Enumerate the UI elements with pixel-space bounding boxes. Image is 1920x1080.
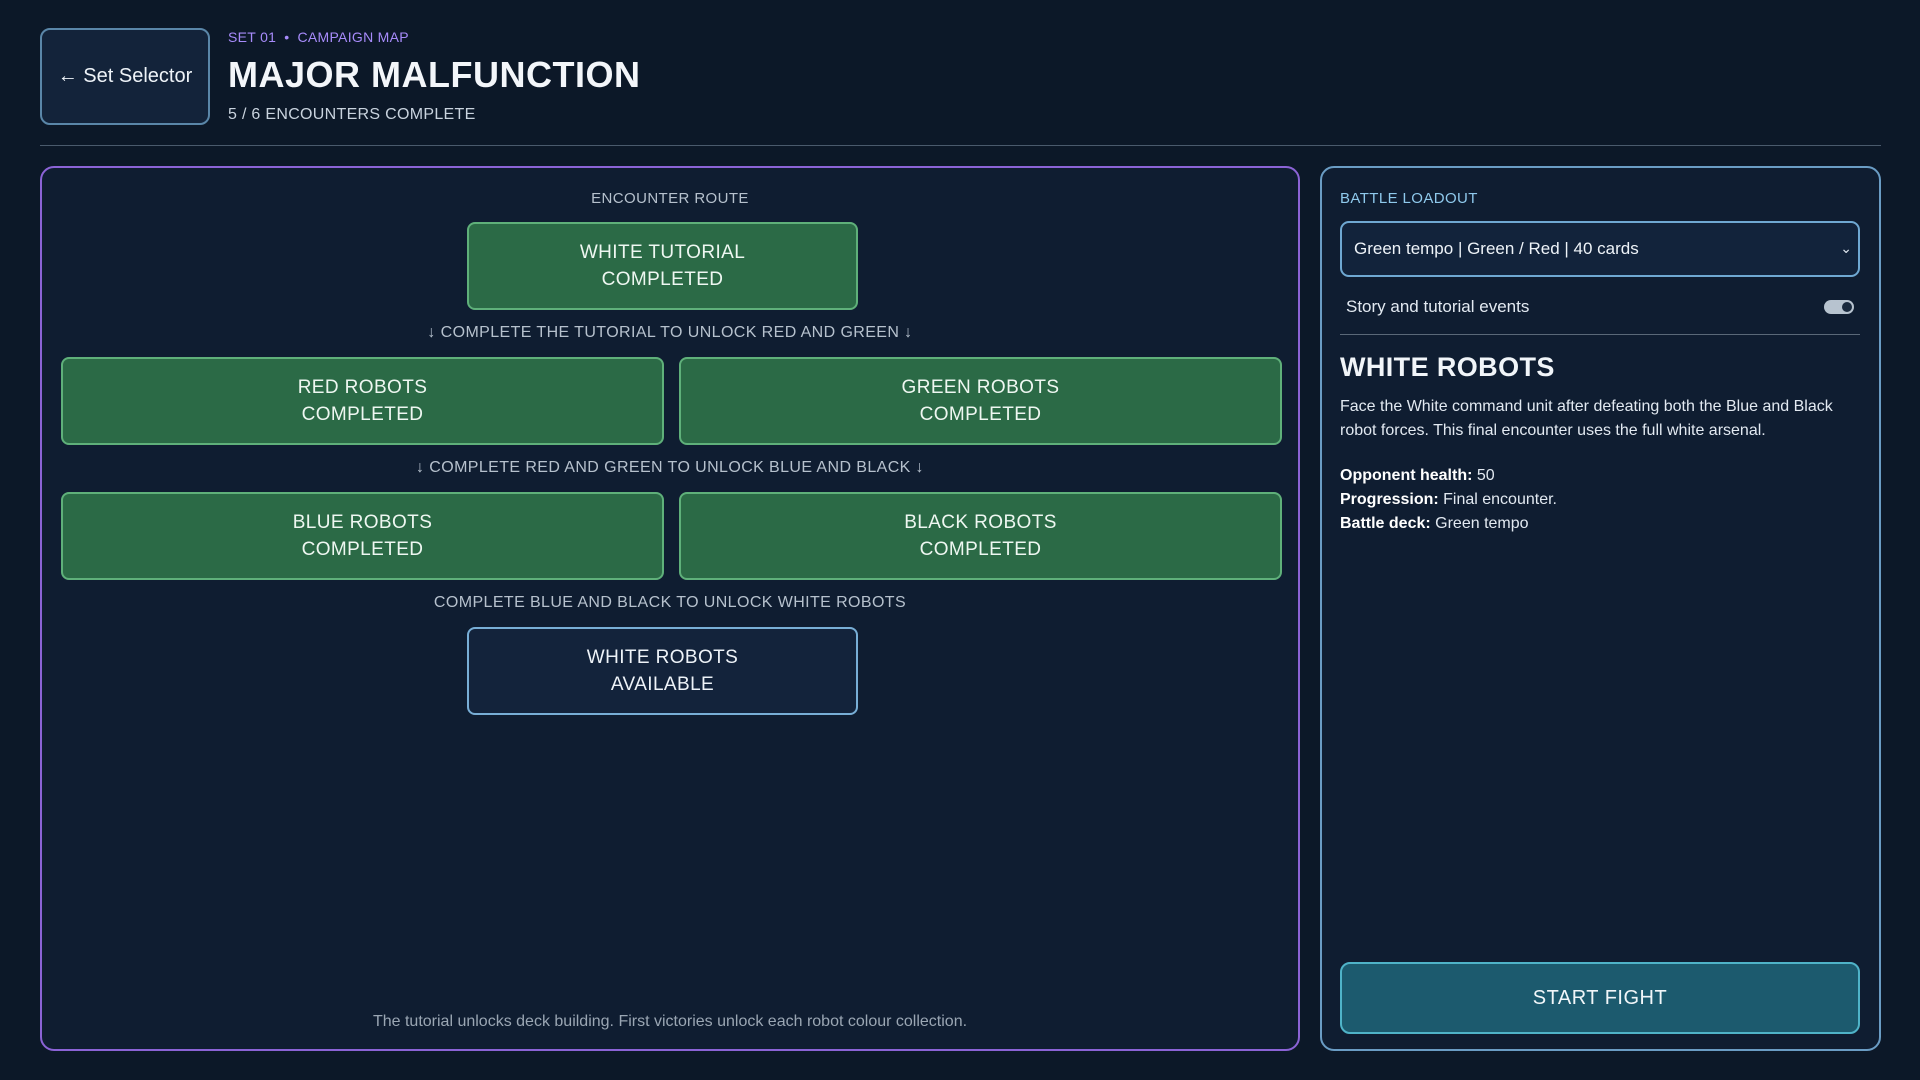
set-selector-back-button[interactable]: ← Set Selector (40, 28, 210, 125)
story-events-toggle[interactable] (1824, 300, 1854, 314)
deck-select[interactable]: Green tempo | Green / Red | 40 cards ⌄ (1340, 221, 1860, 277)
set-label: SET 01 (228, 29, 277, 45)
campaign-map-screen: ← Set Selector SET 01 • CAMPAIGN MAP MAJ… (0, 0, 1920, 1080)
stat-battle-deck: Battle deck: Green tempo (1340, 515, 1529, 532)
node-status: COMPLETED (601, 269, 724, 290)
story-events-row: Story and tutorial events (1346, 294, 1860, 320)
node-status: AVAILABLE (610, 674, 715, 695)
header-divider (40, 145, 1881, 146)
node-black-robots[interactable]: BLACK ROBOTS COMPLETED (679, 492, 1282, 580)
sidebar-divider (1340, 334, 1860, 335)
unlock-hint: COMPLETE BLUE AND BLACK TO UNLOCK WHITE … (433, 594, 907, 611)
encounter-progress: 5 / 6 ENCOUNTERS COMPLETE (228, 106, 476, 123)
chevron-down-icon: ⌄ (1840, 240, 1852, 256)
encounter-title: WHITE ROBOTS (1340, 352, 1555, 382)
node-status: COMPLETED (301, 539, 424, 560)
start-fight-button[interactable]: START FIGHT (1340, 962, 1860, 1034)
map-footer-note: The tutorial unlocks deck building. Firs… (372, 1013, 968, 1030)
section-label: CAMPAIGN MAP (297, 29, 409, 45)
node-status: COMPLETED (919, 539, 1042, 560)
encounter-route-panel: ENCOUNTER ROUTE WHITE TUTORIAL COMPLETED… (40, 166, 1300, 1051)
battle-loadout-panel: BATTLE LOADOUT Green tempo | Green / Red… (1320, 166, 1881, 1051)
story-events-label: Story and tutorial events (1346, 297, 1530, 316)
unlock-hint: ↓ COMPLETE THE TUTORIAL TO UNLOCK RED AN… (427, 324, 913, 341)
node-white-robots[interactable]: WHITE ROBOTS AVAILABLE (467, 627, 858, 715)
stat-opponent-health: Opponent health: 50 (1340, 467, 1495, 484)
route-heading: ENCOUNTER ROUTE (591, 190, 749, 207)
encounter-stats: Opponent health: 50 Progression: Final e… (1340, 464, 1557, 536)
breadcrumb: SET 01 • CAMPAIGN MAP (228, 29, 409, 45)
node-name: WHITE TUTORIAL (579, 242, 746, 263)
page-title: MAJOR MALFUNCTION (228, 54, 641, 95)
node-status: COMPLETED (919, 404, 1042, 425)
breadcrumb-separator: • (284, 29, 290, 45)
node-red-robots[interactable]: RED ROBOTS COMPLETED (61, 357, 664, 445)
node-name: BLUE ROBOTS (292, 512, 433, 533)
node-name: GREEN ROBOTS (901, 377, 1060, 398)
node-status: COMPLETED (301, 404, 424, 425)
node-blue-robots[interactable]: BLUE ROBOTS COMPLETED (61, 492, 664, 580)
stat-progression: Progression: Final encounter. (1340, 491, 1557, 508)
node-name: RED ROBOTS (297, 377, 428, 398)
encounter-description: Face the White command unit after defeat… (1340, 398, 1833, 439)
node-name: WHITE ROBOTS (586, 647, 739, 668)
node-name: BLACK ROBOTS (904, 512, 1057, 533)
toggle-knob (1842, 302, 1852, 312)
unlock-hint: ↓ COMPLETE RED AND GREEN TO UNLOCK BLUE … (416, 459, 924, 476)
loadout-heading: BATTLE LOADOUT (1340, 190, 1478, 207)
node-green-robots[interactable]: GREEN ROBOTS COMPLETED (679, 357, 1282, 445)
node-white-tutorial[interactable]: WHITE TUTORIAL COMPLETED (467, 222, 858, 310)
deck-select-value: Green tempo | Green / Red | 40 cards (1354, 239, 1639, 258)
